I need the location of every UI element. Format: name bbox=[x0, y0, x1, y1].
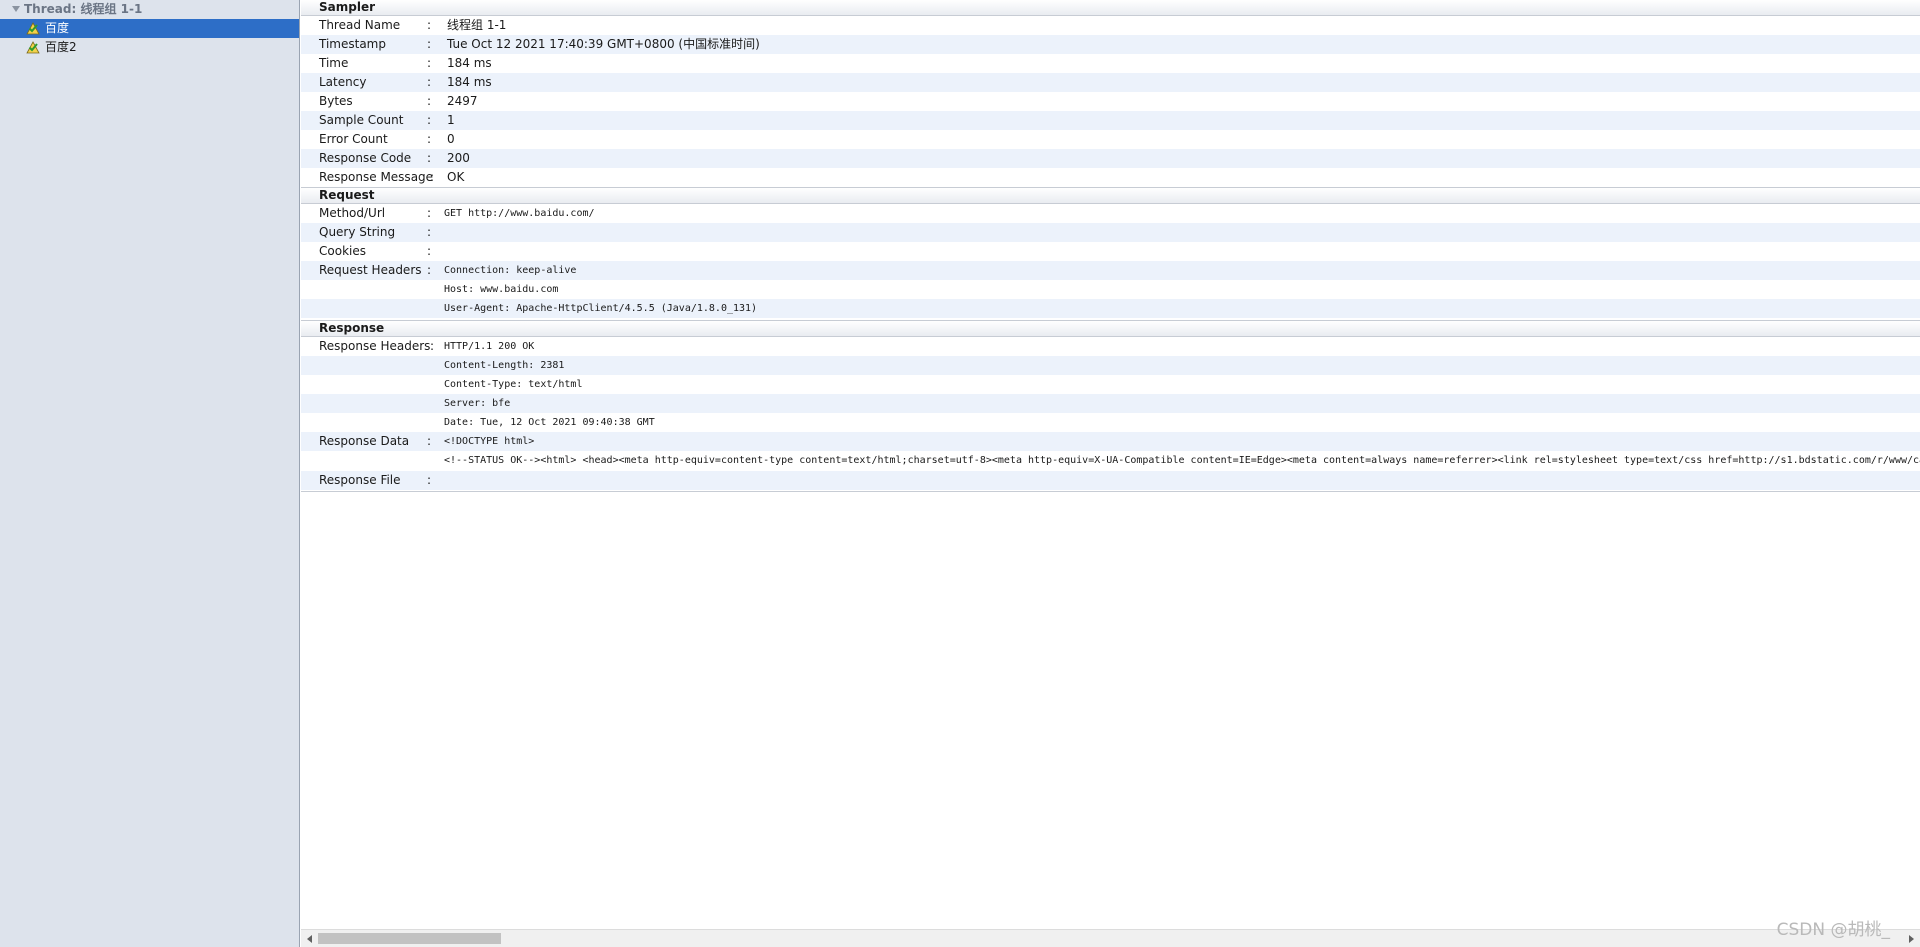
success-warning-icon bbox=[26, 41, 40, 54]
field-value: Connection: keep-alive bbox=[444, 265, 577, 276]
section-title: Response bbox=[319, 321, 385, 335]
request-row: Method/Url : GET http://www.baidu.com/ bbox=[301, 204, 1920, 223]
field-key: Response Data bbox=[319, 434, 410, 448]
sampler-result-panel: Sampler Thread Name : 线程组 1-1 Timestamp … bbox=[301, 0, 1920, 947]
field-key: Response Headers bbox=[319, 339, 431, 353]
response-row: Content-Length: 2381 bbox=[301, 356, 1920, 375]
field-key: Request Headers bbox=[319, 263, 422, 277]
scroll-left-icon[interactable] bbox=[307, 935, 312, 943]
response-row: <!--STATUS OK--><html> <head><meta http-… bbox=[301, 451, 1920, 470]
field-value: 200 bbox=[447, 151, 470, 165]
response-row: Response File : bbox=[301, 471, 1920, 490]
sampler-row: Timestamp : Tue Oct 12 2021 17:40:39 GMT… bbox=[301, 35, 1920, 54]
field-key: Sample Count bbox=[319, 113, 404, 127]
sampler-row: Sample Count : 1 bbox=[301, 111, 1920, 130]
field-key: Latency bbox=[319, 75, 367, 89]
tree-root-thread[interactable]: Thread: 线程组 1-1 bbox=[0, 0, 299, 19]
field-key: Thread Name bbox=[319, 18, 401, 32]
tree-item-label: 百度 bbox=[45, 21, 70, 35]
sampler-row: Time : 184 ms bbox=[301, 54, 1920, 73]
request-row: Cookies : bbox=[301, 242, 1920, 261]
field-value: 184 ms bbox=[447, 56, 492, 70]
field-value: Content-Type: text/html bbox=[444, 379, 583, 390]
request-row: Query String : bbox=[301, 223, 1920, 242]
field-value: Content-Length: 2381 bbox=[444, 360, 565, 371]
section-title: Request bbox=[319, 188, 375, 202]
field-value: Tue Oct 12 2021 17:40:39 GMT+0800 (中国标准时… bbox=[447, 37, 760, 51]
response-row: Content-Type: text/html bbox=[301, 375, 1920, 394]
field-value: Date: Tue, 12 Oct 2021 09:40:38 GMT bbox=[444, 417, 655, 428]
sampler-row: Latency : 184 ms bbox=[301, 73, 1920, 92]
section-title: Sampler bbox=[319, 0, 376, 14]
request-row: Request Headers : Connection: keep-alive bbox=[301, 261, 1920, 280]
request-row: User-Agent: Apache-HttpClient/4.5.5 (Jav… bbox=[301, 299, 1920, 318]
sampler-row: Response Message : OK bbox=[301, 168, 1920, 187]
field-value: OK bbox=[447, 170, 465, 184]
field-key: Method/Url bbox=[319, 206, 386, 220]
field-value: 1 bbox=[447, 113, 455, 127]
field-value: <!DOCTYPE html> bbox=[444, 436, 535, 447]
tree-root-label: Thread: 线程组 1-1 bbox=[24, 2, 143, 16]
response-row: Server: bfe bbox=[301, 394, 1920, 413]
tree-item-sample-1[interactable]: 百度 bbox=[0, 19, 299, 38]
field-value: Server: bfe bbox=[444, 398, 511, 409]
field-value: HTTP/1.1 200 OK bbox=[444, 341, 535, 352]
field-key: Query String bbox=[319, 225, 396, 239]
field-key: Error Count bbox=[319, 132, 388, 146]
response-row: Date: Tue, 12 Oct 2021 09:40:38 GMT bbox=[301, 413, 1920, 432]
field-key: Cookies bbox=[319, 244, 366, 258]
field-value: GET http://www.baidu.com/ bbox=[444, 208, 595, 219]
response-row: Response Data : <!DOCTYPE html> bbox=[301, 432, 1920, 451]
field-value: 0 bbox=[447, 132, 455, 146]
field-key: Response Code bbox=[319, 151, 412, 165]
success-warning-icon bbox=[26, 22, 40, 35]
field-value: <!--STATUS OK--><html> <head><meta http-… bbox=[444, 455, 1920, 466]
scrollbar-thumb[interactable] bbox=[318, 933, 501, 944]
field-key: Response File bbox=[319, 473, 401, 487]
watermark: CSDN @胡桃_ bbox=[1776, 920, 1890, 940]
sample-tree-panel: Thread: 线程组 1-1 百度 百度2 bbox=[0, 0, 300, 947]
horizontal-scrollbar[interactable] bbox=[301, 929, 1920, 947]
sampler-row: Thread Name : 线程组 1-1 bbox=[301, 16, 1920, 35]
response-section-header: Response bbox=[301, 321, 1920, 337]
field-key: Timestamp bbox=[319, 37, 386, 51]
field-value: 184 ms bbox=[447, 75, 492, 89]
tree-item-label: 百度2 bbox=[45, 40, 77, 54]
sampler-row: Response Code : 200 bbox=[301, 149, 1920, 168]
field-key: Time bbox=[319, 56, 349, 70]
request-row: Host: www.baidu.com bbox=[301, 280, 1920, 299]
field-value: Host: www.baidu.com bbox=[444, 284, 559, 295]
request-section-header: Request bbox=[301, 188, 1920, 204]
field-value: 线程组 1-1 bbox=[447, 18, 507, 32]
field-value: User-Agent: Apache-HttpClient/4.5.5 (Jav… bbox=[444, 303, 758, 314]
field-key: Response Message bbox=[319, 170, 434, 184]
sampler-section-header: Sampler bbox=[301, 0, 1920, 16]
tree-item-sample-2[interactable]: 百度2 bbox=[0, 38, 299, 57]
field-value: 2497 bbox=[447, 94, 478, 108]
response-row: Response Headers : HTTP/1.1 200 OK bbox=[301, 337, 1920, 356]
results-tree-window: Thread: 线程组 1-1 百度 百度2 Sampler Thread Na… bbox=[0, 0, 1920, 947]
field-key: Bytes bbox=[319, 94, 353, 108]
collapse-caret-icon[interactable] bbox=[12, 6, 20, 12]
sampler-row: Error Count : 0 bbox=[301, 130, 1920, 149]
scroll-right-icon[interactable] bbox=[1909, 935, 1914, 943]
sampler-row: Bytes : 2497 bbox=[301, 92, 1920, 111]
